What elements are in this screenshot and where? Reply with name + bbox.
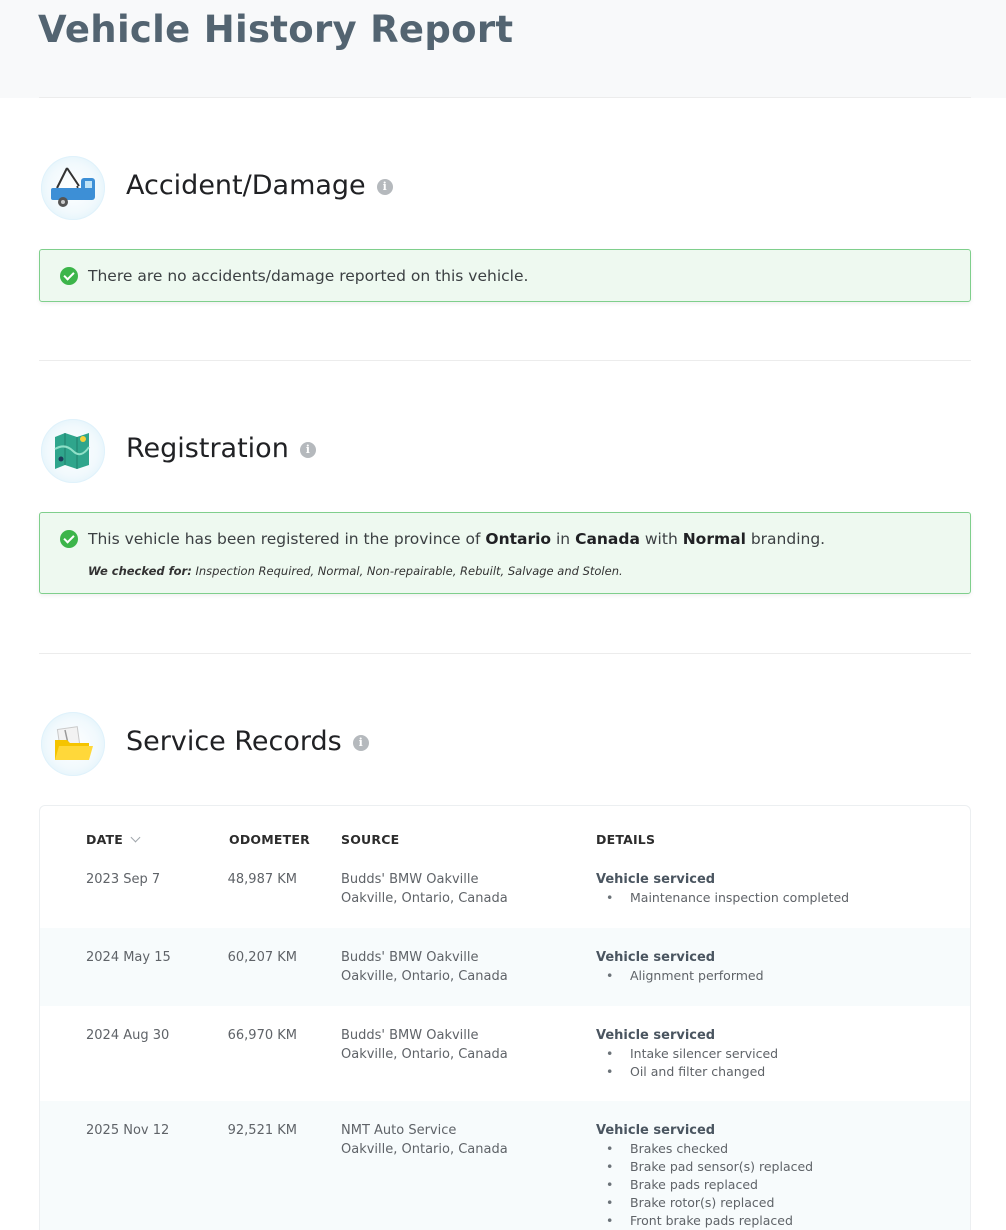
row-details: Vehicle serviced Alignment performed [596, 948, 764, 985]
list-item: Alignment performed [596, 967, 764, 985]
row-details: Vehicle serviced Brakes checked Brake pa… [596, 1121, 813, 1230]
row-date: 2024 Aug 30 [86, 1028, 170, 1043]
section-divider [39, 653, 971, 654]
row-source: Budds' BMW Oakville Oakville, Ontario, Ca… [341, 1028, 508, 1062]
row-odometer: 48,987 KM [227, 872, 297, 887]
row-details: Vehicle serviced Maintenance inspection … [596, 870, 849, 907]
report-header: Vehicle History Report [0, 0, 1006, 98]
registration-country: Canada [575, 530, 640, 548]
row-date: 2024 May 15 [86, 950, 171, 965]
header-divider [39, 97, 971, 98]
row-source: Budds' BMW Oakville Oakville, Ontario, Ca… [341, 950, 508, 984]
info-icon[interactable]: i [299, 441, 316, 458]
check-circle-icon [60, 267, 78, 285]
date-column-header[interactable]: DATE [86, 832, 141, 847]
registration-message: This vehicle has been registered in the … [88, 530, 826, 548]
accident-status-alert: There are no accidents/damage reported o… [39, 249, 971, 302]
odometer-column-header: ODOMETER [229, 832, 310, 847]
registration-branding: Normal [682, 530, 746, 548]
row-odometer: 66,970 KM [227, 1028, 297, 1043]
list-item: Front brake pads replaced [596, 1212, 813, 1230]
info-icon[interactable]: i [376, 178, 393, 195]
info-icon[interactable]: i [352, 734, 369, 751]
table-row: 2025 Nov 12 92,521 KM NMT Auto Service Oa… [40, 1101, 970, 1230]
registration-section-title: Registration i [126, 433, 316, 464]
list-item: Brake pad sensor(s) replaced [596, 1158, 813, 1176]
list-item: Brake rotor(s) replaced [596, 1194, 813, 1212]
service-section-title: Service Records i [126, 726, 369, 757]
table-row: 2024 Aug 30 66,970 KM Budds' BMW Oakvill… [40, 1006, 970, 1101]
tow-truck-icon [41, 156, 105, 220]
folder-icon [41, 712, 105, 776]
registration-checked-for: We checked for: Inspection Required, Nor… [88, 564, 623, 578]
details-column-header: DETAILS [596, 832, 656, 847]
list-item: Brake pads replaced [596, 1176, 813, 1194]
list-item: Maintenance inspection completed [596, 889, 849, 907]
row-date: 2025 Nov 12 [86, 1123, 170, 1138]
accident-message: There are no accidents/damage reported o… [88, 267, 529, 285]
list-item: Oil and filter changed [596, 1063, 778, 1081]
accident-section-title: Accident/Damage i [126, 170, 393, 201]
list-item: Intake silencer serviced [596, 1045, 778, 1063]
check-circle-icon [60, 530, 78, 548]
row-source: Budds' BMW Oakville Oakville, Ontario, Ca… [341, 872, 508, 906]
registration-section-header: Registration i [39, 419, 971, 485]
row-source: NMT Auto Service Oakville, Ontario, Canad… [341, 1123, 508, 1157]
service-section-header: Service Records i [39, 712, 971, 778]
list-item: Brakes checked [596, 1140, 813, 1158]
table-row: 2023 Sep 7 48,987 KM Budds' BMW Oakville… [40, 860, 970, 928]
section-divider [39, 360, 971, 361]
row-details: Vehicle serviced Intake silencer service… [596, 1026, 778, 1081]
map-icon [41, 419, 105, 483]
source-column-header: SOURCE [341, 832, 400, 847]
row-odometer: 92,521 KM [227, 1123, 297, 1138]
accident-section-header: Accident/Damage i [39, 156, 971, 222]
registration-status-alert: This vehicle has been registered in the … [39, 512, 971, 594]
row-odometer: 60,207 KM [227, 950, 297, 965]
registration-province: Ontario [485, 530, 552, 548]
row-date: 2023 Sep 7 [86, 872, 161, 887]
page-title: Vehicle History Report [38, 8, 514, 51]
sort-chevron-down-icon[interactable] [130, 832, 141, 843]
service-records-table: DATE ODOMETER SOURCE DETAILS 2023 Sep 7 … [39, 805, 971, 1230]
table-row: 2024 May 15 60,207 KM Budds' BMW Oakvill… [40, 928, 970, 1006]
